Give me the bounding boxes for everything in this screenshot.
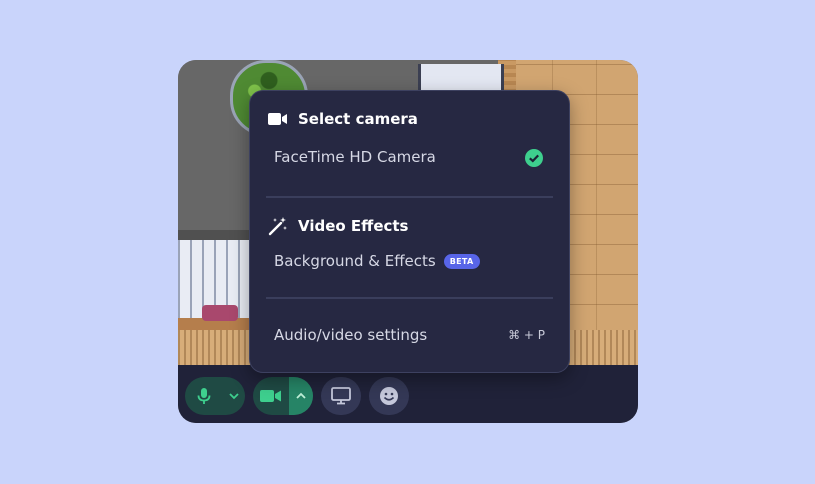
beta-badge: BETA bbox=[443, 253, 480, 269]
select-camera-title: Select camera bbox=[298, 110, 418, 128]
magic-wand-icon bbox=[268, 217, 287, 236]
monitor-icon bbox=[331, 387, 351, 405]
audio-video-settings-label: Audio/video settings bbox=[274, 326, 428, 344]
emoji-reaction-button[interactable] bbox=[369, 377, 409, 415]
select-camera-header: Select camera bbox=[268, 110, 418, 128]
camera-option-facetime[interactable]: FaceTime HD Camera bbox=[274, 148, 544, 166]
microphone-options-button[interactable] bbox=[223, 377, 245, 415]
camera-toggle-button[interactable] bbox=[253, 377, 289, 415]
camera-control bbox=[253, 377, 313, 415]
media-toolbar bbox=[178, 365, 638, 423]
camera-options-menu: Select camera FaceTime HD Camera Video E… bbox=[249, 90, 570, 373]
video-camera-icon bbox=[268, 113, 287, 125]
microphone-icon bbox=[197, 388, 211, 404]
video-effects-header: Video Effects bbox=[268, 216, 409, 236]
camera-options-button[interactable] bbox=[289, 377, 313, 415]
settings-shortcut: ⌘ + P bbox=[508, 328, 545, 342]
smiley-icon bbox=[380, 387, 398, 405]
menu-divider bbox=[266, 297, 553, 299]
chevron-up-icon bbox=[296, 392, 306, 399]
video-camera-icon bbox=[260, 390, 281, 402]
map-stool bbox=[202, 305, 238, 321]
background-effects-item[interactable]: Background & Effects BETA bbox=[274, 252, 480, 270]
video-effects-title: Video Effects bbox=[298, 217, 409, 235]
microphone-toggle-button[interactable] bbox=[185, 377, 223, 415]
audio-video-settings-item[interactable]: Audio/video settings bbox=[274, 326, 544, 344]
microphone-control bbox=[185, 377, 245, 415]
check-circle-icon bbox=[525, 149, 543, 167]
menu-divider bbox=[266, 196, 553, 198]
screen-share-button[interactable] bbox=[321, 377, 361, 415]
background-effects-label: Background & Effects bbox=[274, 252, 436, 270]
chevron-down-icon bbox=[229, 393, 239, 400]
camera-option-label: FaceTime HD Camera bbox=[274, 148, 436, 166]
